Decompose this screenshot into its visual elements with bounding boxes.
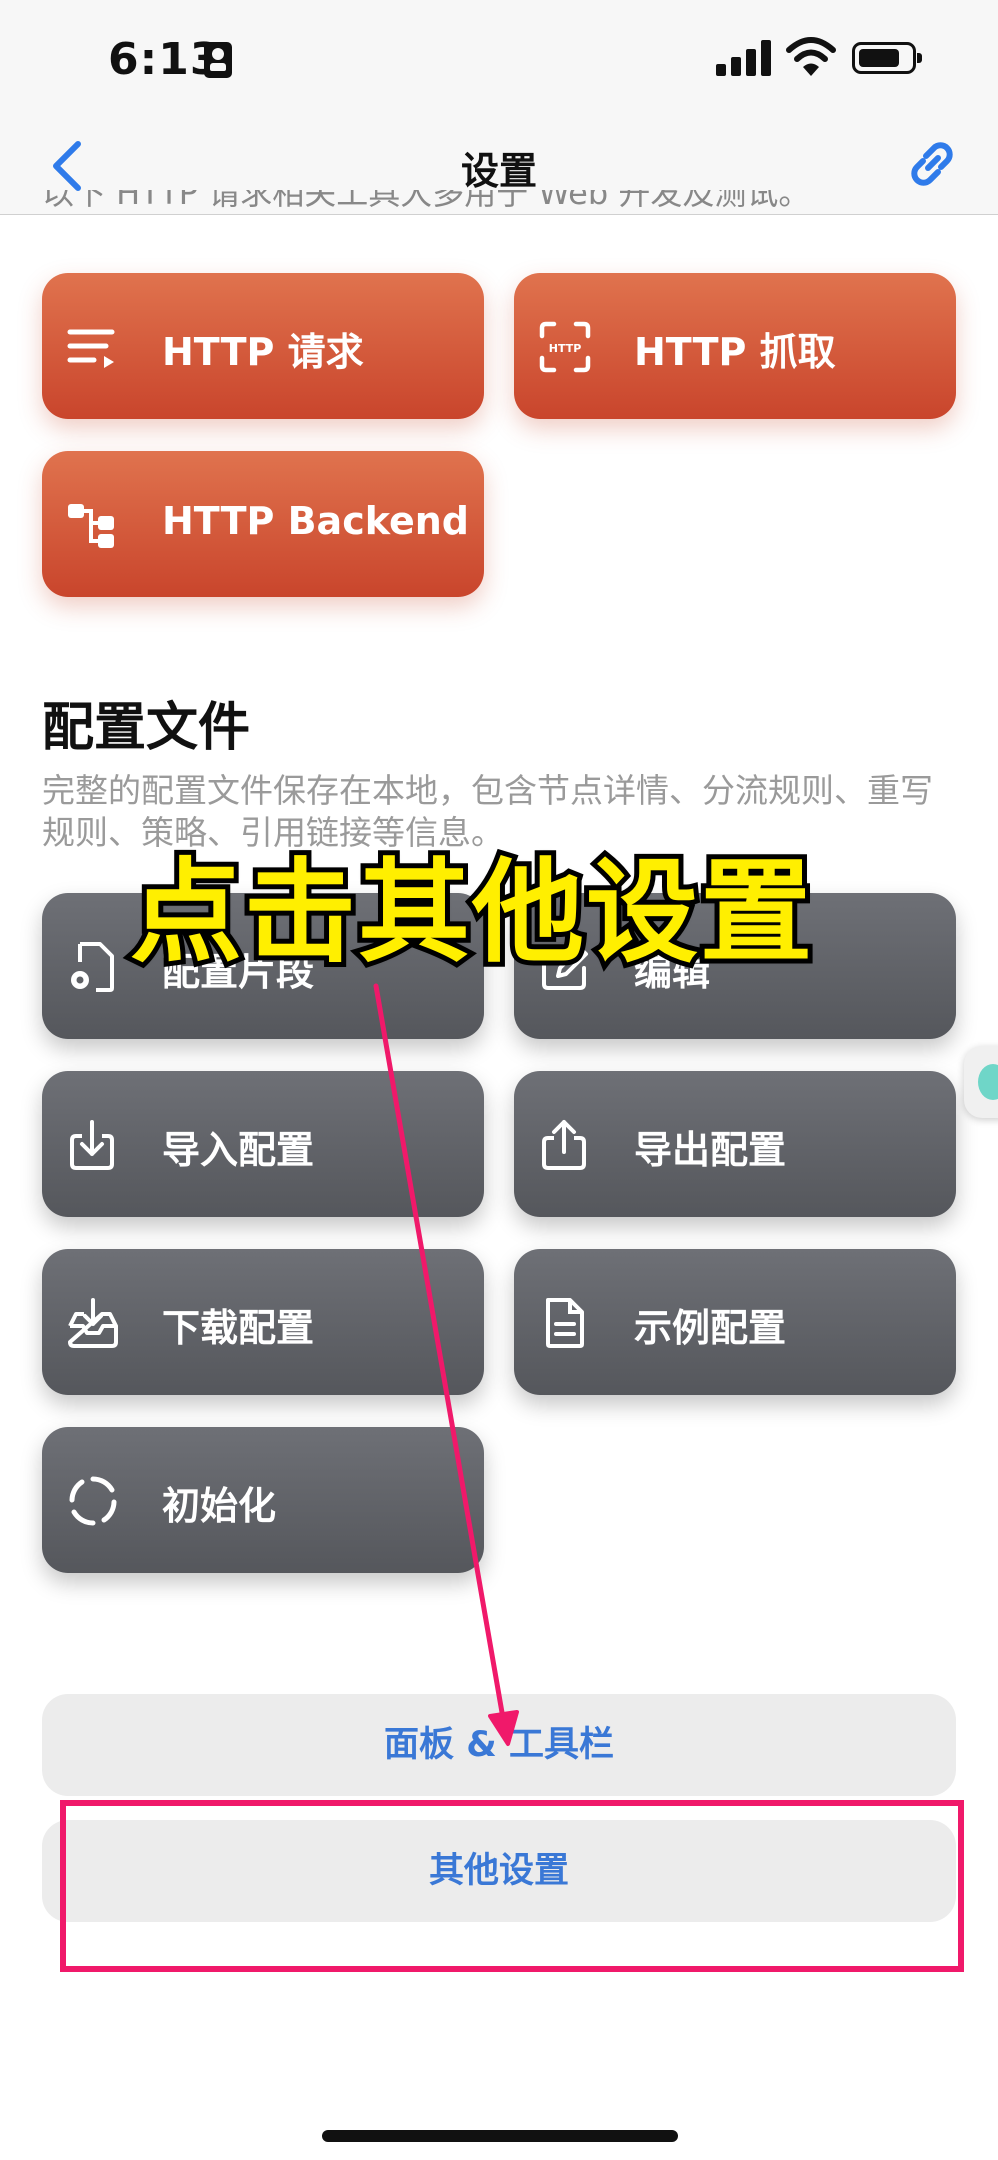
document-icon [546, 1298, 584, 1348]
highlight-box [60, 1800, 964, 1972]
id-badge-icon [204, 42, 232, 78]
import-icon [70, 1120, 114, 1170]
panel-toolbar-button[interactable]: 面板 & 工具栏 [42, 1694, 956, 1796]
floating-gear-tab[interactable] [964, 1046, 998, 1118]
config-section-title: 配置文件 [42, 698, 251, 758]
svg-text:HTTP: HTTP [549, 342, 582, 355]
status-bar: 6:13 [0, 0, 998, 118]
http-request-button[interactable]: HTTP 请求 [42, 273, 484, 419]
reset-icon [69, 1476, 117, 1526]
download-config-button[interactable]: 下载配置 [42, 1249, 484, 1395]
page-title: 设置 [460, 149, 537, 193]
file-gear-icon [71, 942, 114, 992]
http-backend-button[interactable]: HTTP Backend [42, 451, 484, 597]
gear-icon [978, 1064, 998, 1100]
home-indicator [322, 2130, 678, 2142]
annotation-caption: 点击其他设置 [125, 843, 817, 983]
list-icon [67, 329, 115, 368]
export-icon [542, 1120, 586, 1170]
initialize-button[interactable]: 初始化 [42, 1427, 484, 1573]
cellular-signal-icon [716, 40, 772, 76]
export-config-button[interactable]: 导出配置 [514, 1071, 956, 1217]
http-capture-icon: HTTP [539, 321, 591, 373]
wifi-icon [786, 37, 836, 76]
backend-tree-icon [68, 504, 114, 548]
import-config-button[interactable]: 导入配置 [42, 1071, 484, 1217]
link-icon[interactable] [904, 134, 960, 194]
sample-config-button[interactable]: 示例配置 [514, 1249, 956, 1395]
http-capture-button[interactable]: HTTP HTTP 抓取 [514, 273, 956, 419]
download-tray-icon [68, 1298, 118, 1348]
http-tools-description: 以下 HTTP 请求相关工具大多用于 Web 开发及测试。 [42, 190, 811, 212]
battery-icon [852, 42, 922, 74]
